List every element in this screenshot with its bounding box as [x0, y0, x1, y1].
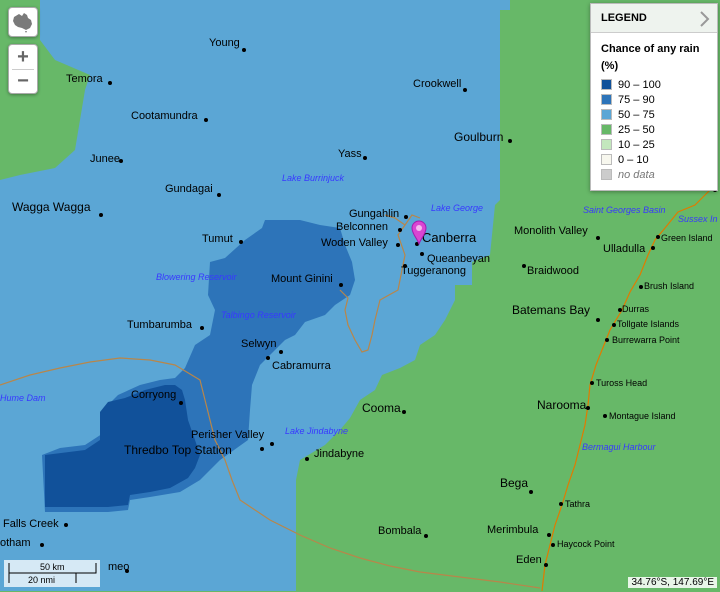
chevron-right-icon[interactable]: [699, 10, 711, 39]
scale-bar: 50 km 20 nmi: [4, 560, 100, 587]
zoom-control: + −: [8, 44, 38, 94]
legend-item-label: 25 – 50: [618, 123, 655, 136]
zoom-out-button[interactable]: −: [10, 70, 36, 92]
legend-item-label: no data: [618, 168, 655, 181]
legend-item: 90 – 100: [591, 77, 717, 92]
legend-item: 75 – 90: [591, 92, 717, 107]
legend-item-label: 90 – 100: [618, 78, 661, 91]
legend-item-label: 0 – 10: [618, 153, 649, 166]
legend-item: 50 – 75: [591, 107, 717, 122]
legend-item-label: 50 – 75: [618, 108, 655, 121]
legend-title: Chance of any rain (%): [601, 43, 700, 72]
legend-list: 90 – 100 75 – 90 50 – 75 25 – 50 10 – 25 0 – …: [591, 77, 717, 182]
legend-header-label: LEGEND: [601, 12, 647, 24]
home-control[interactable]: [8, 7, 38, 37]
scale-nmi-label: 20 nmi: [28, 575, 56, 585]
zoom-in-button[interactable]: +: [10, 46, 36, 68]
legend-swatch: [601, 124, 612, 135]
australia-home-icon[interactable]: [9, 8, 37, 36]
legend-header[interactable]: LEGEND: [591, 4, 717, 33]
legend-swatch: [601, 109, 612, 120]
legend-panel: LEGEND Chance of any rain (%) 90 – 100 75…: [590, 3, 718, 191]
legend-swatch: [601, 94, 612, 105]
scale-km-label: 50 km: [40, 562, 65, 572]
legend-item: no data: [591, 167, 717, 182]
legend-item: 25 – 50: [591, 122, 717, 137]
legend-item-label: 75 – 90: [618, 93, 655, 106]
legend-item-label: 10 – 25: [618, 138, 655, 151]
legend-swatch: [601, 79, 612, 90]
legend-item: 10 – 25: [591, 137, 717, 152]
legend-swatch: [601, 154, 612, 165]
legend-swatch: [601, 169, 612, 180]
legend-item: 0 – 10: [591, 152, 717, 167]
cursor-coordinates: 34.76°S, 147.69°E: [628, 577, 717, 588]
legend-swatch: [601, 139, 612, 150]
